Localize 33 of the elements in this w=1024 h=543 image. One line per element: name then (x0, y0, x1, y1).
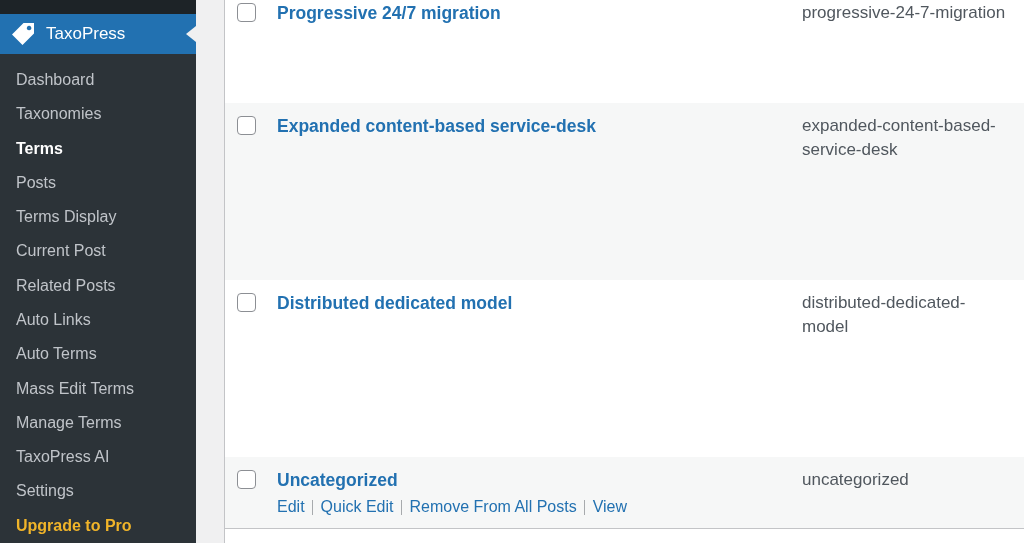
slug-text: uncategorized (802, 469, 910, 491)
slug-text: expanded-content-based-service-desk (802, 115, 997, 161)
slug-text: distributed-dedicated-model (802, 292, 967, 338)
sidebar-item[interactable]: Dashboard (0, 62, 111, 98)
term-title-link[interactable]: Distributed dedicated model (277, 291, 513, 315)
sidebar-item[interactable]: Settings (0, 474, 90, 509)
sidebar-item[interactable]: Terms Display (0, 199, 133, 235)
row-action-link[interactable]: Quick Edit (320, 495, 394, 519)
row-action-link[interactable]: Edit (277, 495, 305, 519)
sidebar-item[interactable]: Current Post (0, 234, 122, 269)
row-action-link[interactable]: Remove From All Posts (409, 495, 577, 519)
tag-icon (12, 22, 34, 45)
sidebar-item[interactable]: Auto Terms (0, 337, 113, 372)
row-checkbox[interactable] (237, 293, 256, 312)
pointer-notch-icon (186, 25, 196, 42)
sidebar-item[interactable]: Mass Edit Terms (0, 371, 150, 406)
row-checkbox[interactable] (237, 3, 256, 22)
sidebar-item[interactable]: Related Posts (0, 268, 132, 303)
term-title-link[interactable]: Uncategorized (277, 468, 398, 492)
upgrade-link[interactable]: Upgrade to Pro (0, 508, 148, 543)
row-action-link[interactable]: View (592, 495, 628, 519)
sidebar-item[interactable]: Terms (0, 131, 79, 166)
sidebar-item[interactable]: Auto Links (0, 302, 107, 338)
sidebar-item[interactable]: Taxonomies (0, 97, 118, 132)
sidebar-item[interactable]: TaxoPress AI (0, 440, 126, 475)
sidebar-item[interactable]: Posts (0, 165, 72, 200)
term-title-link[interactable]: Progressive 24/7 migration (277, 1, 501, 25)
slug-text: progressive-24-7-migration (802, 2, 1007, 24)
sidebar-item[interactable]: Manage Terms (0, 405, 138, 441)
term-title-link[interactable]: Expanded content-based service-desk (277, 114, 596, 138)
menu-header-link[interactable]: TaxoPress (0, 13, 196, 54)
row-checkbox[interactable] (237, 116, 256, 135)
row-checkbox[interactable] (237, 470, 256, 489)
